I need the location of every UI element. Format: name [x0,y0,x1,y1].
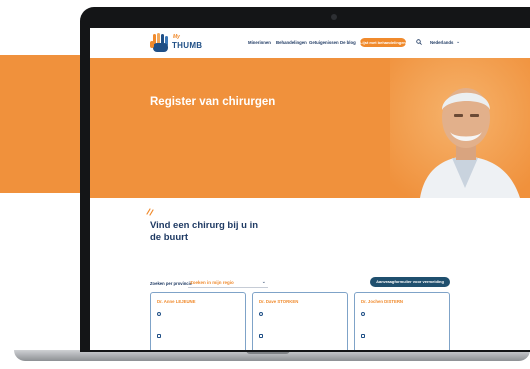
pin-icon [259,311,263,316]
address-row [259,311,263,316]
site-navbar: My THUMB Minerinnen Behandelingen Getuig… [90,28,530,58]
surgeon-card[interactable]: Dr. Anne LEJEUNE [150,292,246,350]
phone-row [259,333,263,338]
page-title: Register van chirurgen [150,96,276,108]
address-row [157,311,161,316]
phone-icon [157,333,161,338]
surgeon-card[interactable]: Dr. Dave STORKEN [252,292,348,350]
section-title: Vind een chirurg bij u in de buurt [150,220,259,243]
phone-icon [361,333,365,338]
search-icon[interactable] [416,39,422,45]
hero-banner: Register van chirurgen [90,58,530,198]
chevron-down-icon[interactable]: ⌄ [456,39,460,45]
surgeon-name[interactable]: Dr. Jochen DISTERN [361,299,403,304]
surgeon-name[interactable]: Dr. Anne LEJEUNE [157,299,196,304]
treatments-list-button[interactable]: Lijst met behandelingen [360,38,406,47]
phone-row [157,333,161,338]
accent-tick-icon [146,208,154,216]
nav-item-blog[interactable]: De blog [340,40,356,45]
nav-item-minerinnen[interactable]: Minerinnen [248,40,271,45]
pin-icon [361,311,365,316]
camera-dot [331,14,337,20]
laptop-screen: My THUMB Minerinnen Behandelingen Getuig… [90,28,530,350]
province-filter-label: Zoeken per provincie [150,281,193,286]
province-select-value: Zoeken in mijn regio [190,280,234,285]
surgeon-name[interactable]: Dr. Dave STORKEN [259,299,298,304]
nav-item-getuigenissen[interactable]: Getuigenissen [309,40,339,45]
logo-text[interactable]: THUMB [172,41,202,50]
phone-icon [259,333,263,338]
language-selector[interactable]: Nederlands [430,40,453,45]
logo-text-small: My [173,34,180,40]
surgeon-card[interactable]: Dr. Jochen DISTERN [354,292,450,350]
address-row [361,311,365,316]
surgeon-portrait-image [390,58,530,198]
nav-item-behandelingen[interactable]: Behandelingen [276,40,307,45]
province-select[interactable]: Zoeken in mijn regio ⌄ [188,278,268,288]
hand-logo-icon[interactable] [150,32,170,54]
phone-row [361,333,365,338]
listing-request-button[interactable]: Aanvraagformulier voor vermelding [370,277,450,287]
chevron-down-icon: ⌄ [261,279,266,285]
pin-icon [157,311,161,316]
